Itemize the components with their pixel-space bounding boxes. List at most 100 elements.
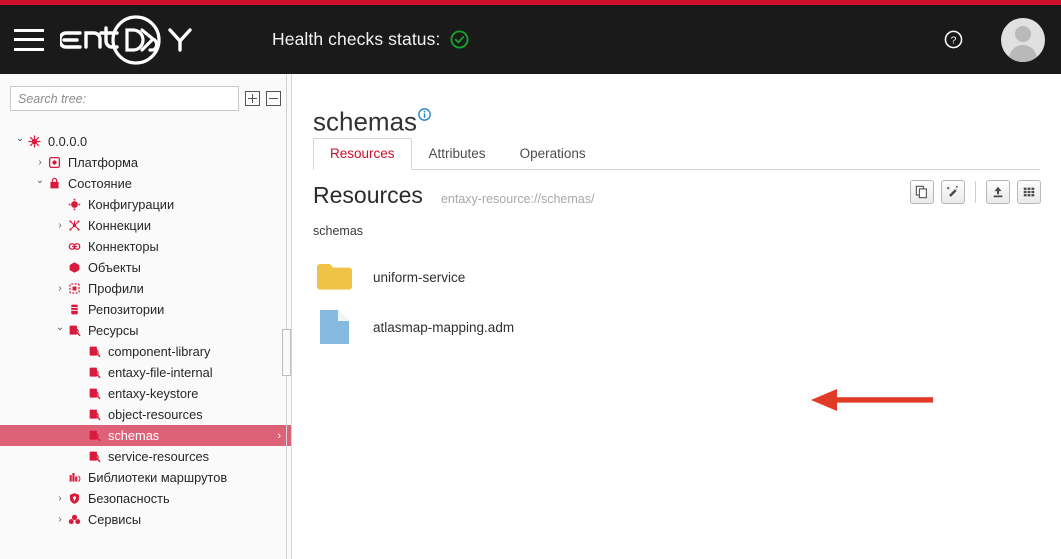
tree-item-безопасность[interactable]: › Безопасность — [0, 488, 291, 509]
main-content: schemas ResourcesAttributesOperations Re… — [293, 74, 1061, 559]
tree-item-label: Конфигурации — [88, 197, 174, 212]
resource-icon — [86, 345, 103, 358]
configuration-icon — [66, 198, 83, 211]
tree-item-0-0-0-0[interactable]: ⌄ 0.0.0.0 — [0, 131, 291, 152]
services-icon — [66, 513, 83, 526]
tree-item-репозитории[interactable]: Репозитории — [0, 299, 291, 320]
tree-item-label: Репозитории — [88, 302, 164, 317]
resource-icon — [86, 450, 103, 463]
resources-icon — [66, 324, 83, 337]
tree-item-коннекции[interactable]: › Коннекции — [0, 215, 291, 236]
toolbar-separator — [975, 181, 976, 203]
chevron-right-icon[interactable]: › — [54, 221, 66, 231]
check-circle-icon — [450, 30, 469, 49]
resource-icon — [86, 408, 103, 421]
tab-resources[interactable]: Resources — [313, 138, 412, 170]
tree-item-object-resources[interactable]: object-resources — [0, 404, 291, 425]
search-tree-input[interactable] — [10, 86, 239, 111]
tree-item-label: Состояние — [68, 176, 132, 191]
state-icon — [46, 177, 63, 190]
resource-list-item[interactable]: uniform-service — [313, 252, 1013, 302]
avatar-head — [1015, 26, 1031, 42]
health-checks-status: Health checks status: — [272, 29, 469, 50]
tree-item-label: Библиотеки маршрутов — [88, 470, 227, 485]
repositories-icon — [66, 303, 83, 316]
svg-text:?: ? — [951, 36, 957, 47]
tree-item-entaxy-keystore[interactable]: entaxy-keystore — [0, 383, 291, 404]
chevron-right-icon[interactable]: › — [34, 158, 46, 168]
tree-item-entaxy-file-internal[interactable]: entaxy-file-internal — [0, 362, 291, 383]
tree-item-коннекторы[interactable]: Коннекторы — [0, 236, 291, 257]
tree-item-платформа[interactable]: › Платформа — [0, 152, 291, 173]
chevron-down-icon[interactable]: ⌄ — [34, 176, 46, 186]
breadcrumb[interactable]: schemas — [313, 224, 363, 238]
resource-icon — [86, 429, 103, 442]
chevron-down-icon[interactable]: ⌄ — [14, 134, 26, 144]
platform-icon — [46, 156, 63, 169]
tab-attributes[interactable]: Attributes — [412, 138, 503, 170]
chevron-down-icon[interactable]: ⌄ — [54, 323, 66, 333]
resource-list-item[interactable]: atlasmap-mapping.adm — [313, 302, 1013, 352]
connectors-icon — [66, 240, 83, 253]
resources-header: Resources entaxy-resource://schemas/ — [313, 182, 594, 209]
tree-item-label: Ресурсы — [88, 323, 138, 338]
tree-item-label: Объекты — [88, 260, 141, 275]
tree-item-label: Профили — [88, 281, 144, 296]
upload-button[interactable] — [986, 180, 1010, 204]
resource-file-list: uniform-service atlasmap-mapping.adm — [313, 252, 1013, 352]
tree-item-service-resources[interactable]: service-resources — [0, 446, 291, 467]
chevron-right-icon[interactable]: › — [54, 515, 66, 525]
page-title-text: schemas — [313, 107, 417, 137]
sidebar-scrollbar-track[interactable] — [286, 74, 287, 559]
tree-item-label: entaxy-keystore — [108, 386, 198, 401]
info-icon[interactable] — [418, 97, 431, 128]
sidebar-scrollbar-thumb[interactable] — [282, 329, 291, 376]
tree-item-библиотеки-маршрутов[interactable]: Библиотеки маршрутов — [0, 467, 291, 488]
resource-tree: ⌄0.0.0.0›Платформа⌄СостояниеКонфигурации… — [0, 131, 291, 530]
tree-item-сервисы[interactable]: ›Сервисы — [0, 509, 291, 530]
chevron-right-icon[interactable]: › — [277, 430, 281, 442]
copy-button[interactable] — [910, 180, 934, 204]
route-libraries-icon — [66, 471, 83, 484]
resource-icon — [86, 366, 103, 379]
annotation-arrow-icon — [811, 387, 933, 413]
tree-item-component-library[interactable]: component-library — [0, 341, 291, 362]
magic-wand-button[interactable] — [941, 180, 965, 204]
resource-icon — [86, 387, 103, 400]
tree-item-schemas[interactable]: schemas› — [0, 425, 291, 446]
grid-view-button[interactable] — [1017, 180, 1041, 204]
expand-all-icon[interactable] — [245, 91, 260, 106]
app-header: Health checks status: ? — [0, 5, 1061, 74]
tree-item-объекты[interactable]: Объекты — [0, 257, 291, 278]
page-title: schemas — [313, 97, 431, 138]
tree-item-ресурсы[interactable]: ⌄ Ресурсы — [0, 320, 291, 341]
chevron-right-icon[interactable]: › — [54, 284, 66, 294]
resources-heading: Resources — [313, 182, 423, 209]
question-circle-icon[interactable]: ? — [944, 30, 963, 49]
tree-item-профили[interactable]: › Профили — [0, 278, 291, 299]
file-icon — [313, 308, 355, 346]
navigation-sidebar: ⌄0.0.0.0›Платформа⌄СостояниеКонфигурации… — [0, 74, 292, 559]
tree-item-label: service-resources — [108, 449, 209, 464]
resource-item-name: atlasmap-mapping.adm — [373, 320, 514, 335]
tree-item-label: 0.0.0.0 — [48, 134, 87, 149]
tree-item-label: Безопасность — [88, 491, 170, 506]
tree-item-label: entaxy-file-internal — [108, 365, 213, 380]
folder-icon — [313, 262, 355, 292]
entaxy-logo[interactable] — [60, 12, 210, 68]
tab-operations[interactable]: Operations — [503, 138, 603, 170]
connections-icon — [66, 219, 83, 232]
chevron-right-icon[interactable]: › — [54, 494, 66, 504]
tree-item-конфигурации[interactable]: Конфигурации — [0, 194, 291, 215]
root-node-icon — [26, 135, 43, 148]
collapse-all-icon[interactable] — [266, 91, 281, 106]
tree-item-состояние[interactable]: ⌄ Состояние — [0, 173, 291, 194]
hamburger-menu-icon[interactable] — [14, 29, 44, 51]
application-window: Health checks status: ? ⌄0.0.0.0›Платфор… — [0, 0, 1061, 559]
user-avatar-icon[interactable] — [1001, 18, 1045, 62]
tree-search-row — [0, 74, 291, 111]
resource-item-name: uniform-service — [373, 270, 465, 285]
tree-item-label: Коннекторы — [88, 239, 159, 254]
tree-item-label: Коннекции — [88, 218, 151, 233]
tree-item-label: Платформа — [68, 155, 138, 170]
